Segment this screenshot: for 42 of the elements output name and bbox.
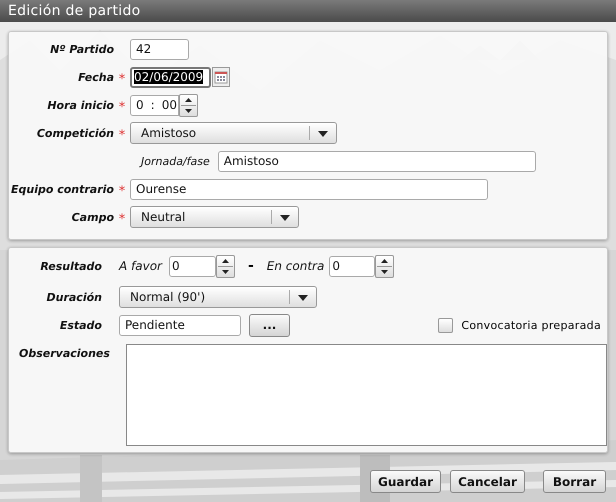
field-label: Duración xyxy=(46,290,102,304)
spinner-button[interactable] xyxy=(375,254,394,278)
input-field[interactable]: Amistoso xyxy=(218,150,536,172)
spinner-button[interactable] xyxy=(179,94,198,116)
field-label: Campo xyxy=(70,210,114,224)
dropdown[interactable]: Normal (90') xyxy=(119,286,317,308)
field-label: A favor xyxy=(119,259,162,273)
action-button[interactable]: Guardar xyxy=(370,470,441,493)
input-field[interactable]: 42 xyxy=(130,38,189,60)
input-field[interactable]: Ourense xyxy=(130,178,488,200)
field-label: Estado xyxy=(58,318,102,332)
field-label: Nº Partido xyxy=(49,42,114,56)
required-mark: * xyxy=(118,100,126,114)
field-label: Fecha xyxy=(77,70,114,84)
field-label: Observaciones xyxy=(19,347,110,360)
checkbox[interactable] xyxy=(438,318,454,332)
field-label: Equipo contrario xyxy=(10,182,114,196)
date-field[interactable]: 02/06/2009 xyxy=(130,66,211,88)
dropdown[interactable]: Amistoso xyxy=(130,122,337,144)
dropdown[interactable]: Neutral xyxy=(130,206,299,228)
field-label: Competición xyxy=(36,126,114,140)
time-field[interactable]: 0 : 00 xyxy=(130,94,179,116)
window-title: Edición de partido xyxy=(7,2,141,21)
required-mark: * xyxy=(118,72,126,86)
field-label: En contra xyxy=(266,259,324,273)
number-field[interactable]: 0 xyxy=(329,256,376,276)
browse-button[interactable]: ... xyxy=(249,314,290,336)
text-area[interactable] xyxy=(126,344,607,446)
required-mark: * xyxy=(118,184,126,198)
calendar-icon[interactable] xyxy=(212,67,230,87)
score-dash: - xyxy=(248,258,254,274)
number-field[interactable]: 0 xyxy=(168,256,216,276)
action-button[interactable]: Cancelar xyxy=(450,470,525,493)
field-label: Resultado xyxy=(39,260,102,272)
checkbox-label: Convocatoria preparada xyxy=(461,318,601,332)
field-label: Jornada/fase xyxy=(141,154,210,168)
field-label: Hora inicio xyxy=(46,98,114,112)
required-mark: * xyxy=(118,128,126,142)
input-field[interactable]: Pendiente xyxy=(119,314,241,336)
required-mark: * xyxy=(118,212,126,226)
spinner-button[interactable] xyxy=(216,254,235,278)
action-button[interactable]: Borrar xyxy=(543,470,606,493)
